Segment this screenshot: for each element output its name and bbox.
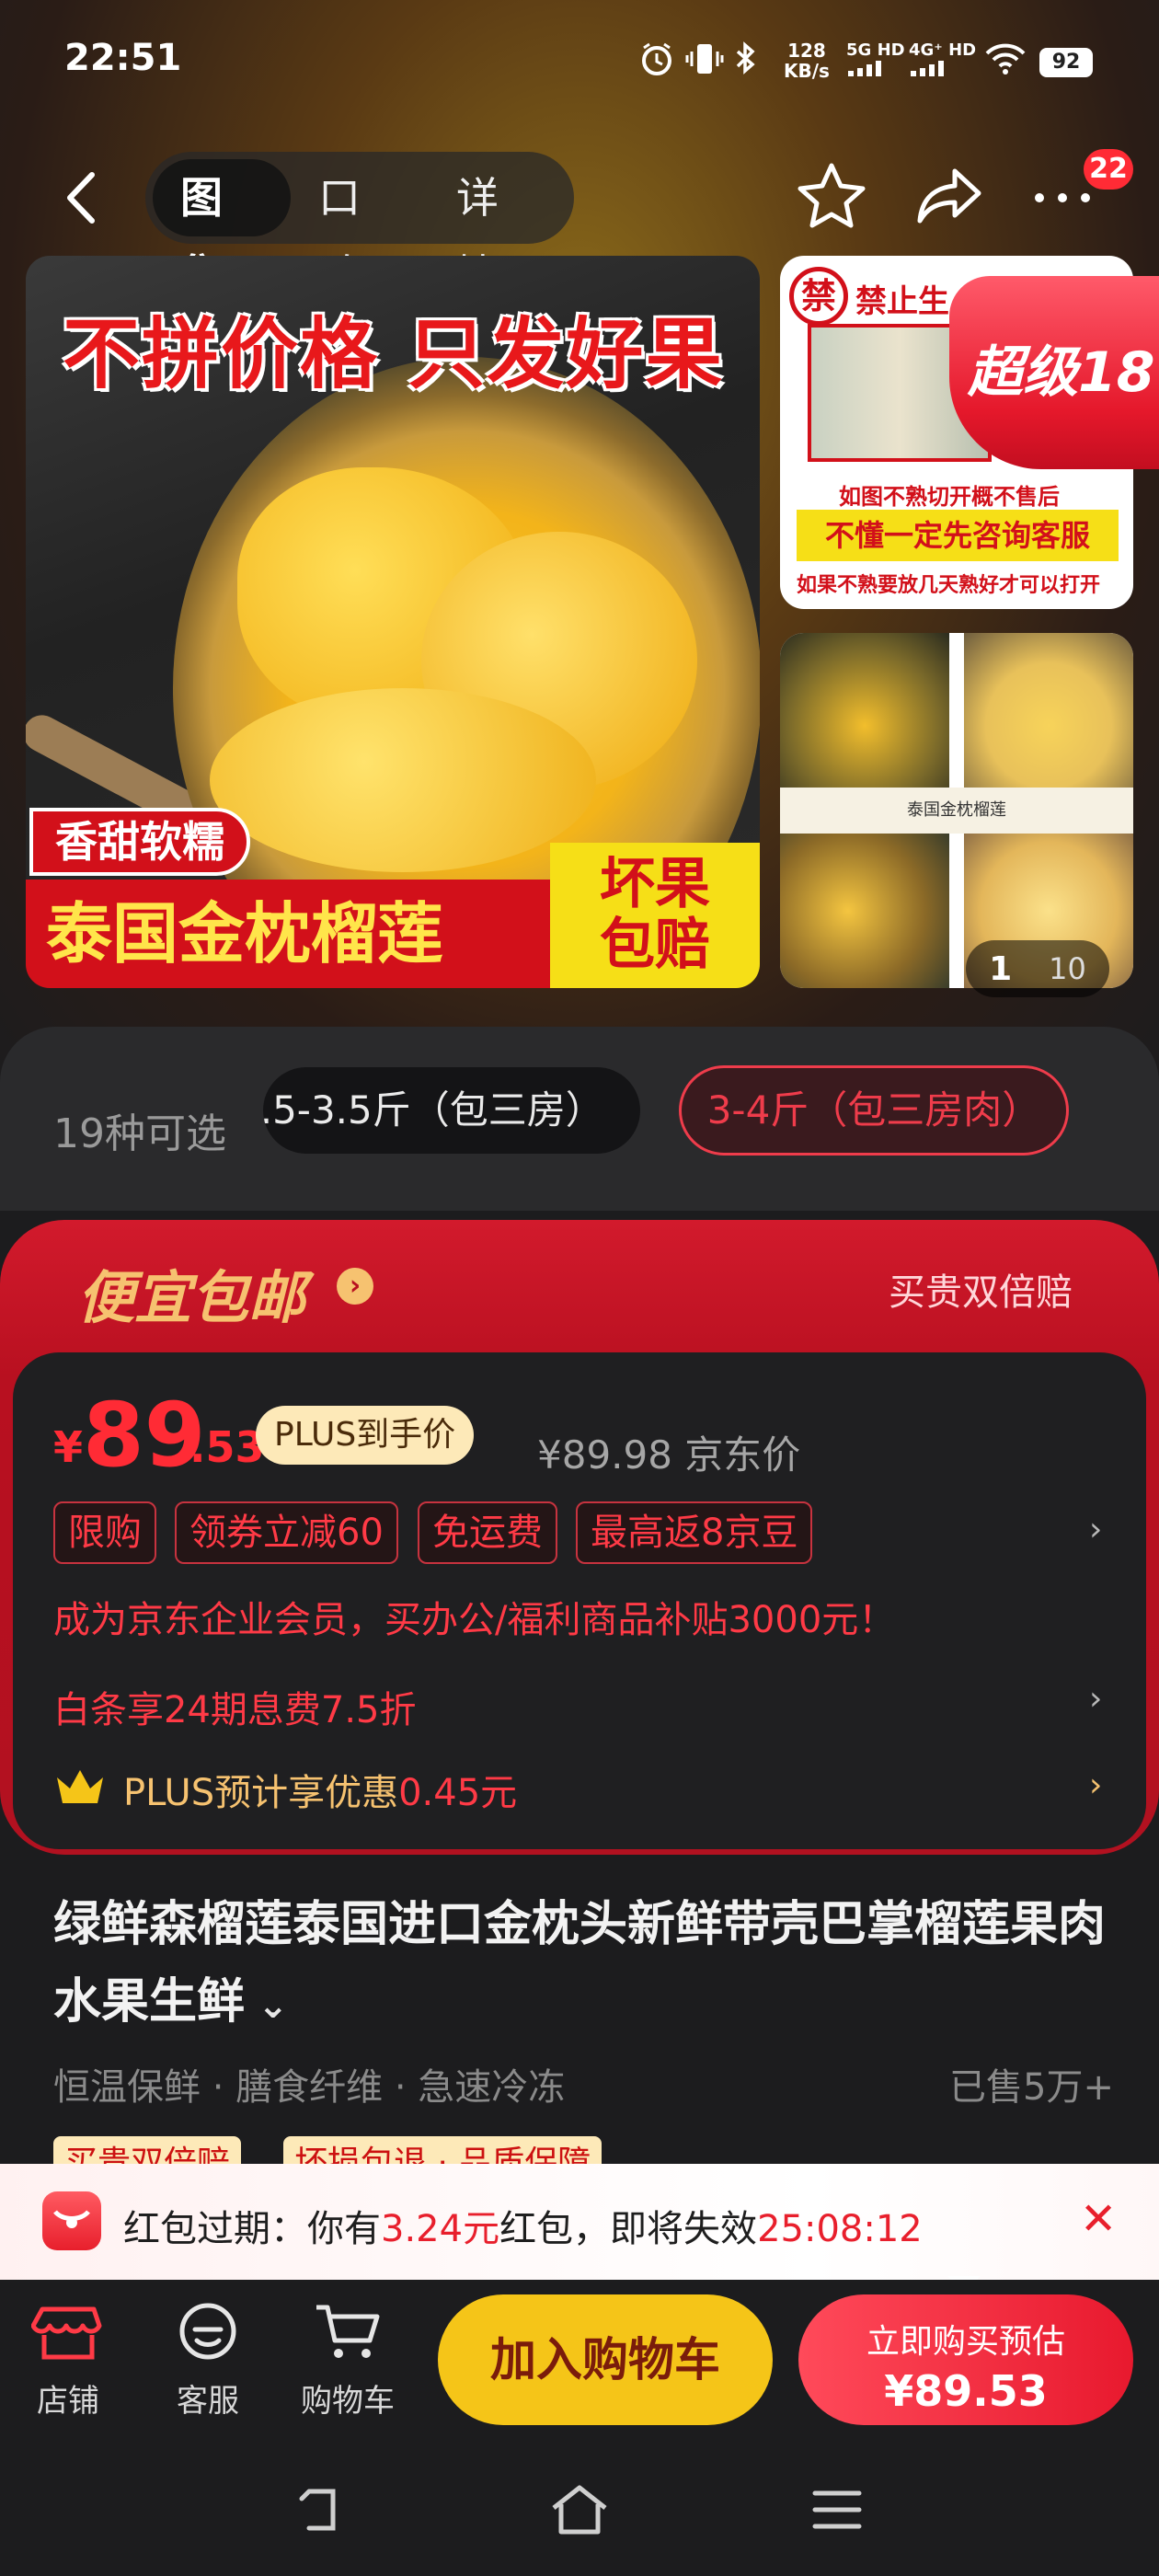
system-menu-button[interactable] — [809, 2484, 865, 2539]
more-dots-icon — [1035, 193, 1090, 202]
plus-discount[interactable]: PLUS预计享优惠0.45元 — [123, 1763, 517, 1816]
thumb-line: 不懂一定先咨询客服 — [797, 510, 1119, 561]
gallery-current: 1 — [989, 949, 1013, 988]
more-button[interactable] — [1030, 175, 1095, 221]
buy-now-button[interactable]: 立即购买预估 ¥89.53 — [798, 2294, 1133, 2425]
system-home-button[interactable] — [548, 2482, 611, 2541]
status-bar: 22:51 128 KB/s 5G HD 4G⁺ HD 92 — [0, 0, 1159, 129]
store-icon — [30, 2306, 102, 2360]
system-navigation-bar — [0, 2447, 1159, 2576]
image-banner: 泰国金枕榴莲 — [26, 880, 550, 988]
chevron-right-icon[interactable]: › — [1089, 1680, 1102, 1718]
variant-option[interactable]: 2.5-3.5斤（包三房） — [263, 1067, 640, 1154]
share-icon — [917, 168, 981, 224]
add-to-cart-button[interactable]: 加入购物车 — [438, 2294, 773, 2425]
store-button[interactable]: 店铺 — [13, 2300, 123, 2421]
signal-4g: 4G⁺ HD — [909, 40, 976, 81]
thumb-title: 禁止生 — [855, 283, 949, 320]
collage-band: 泰国金枕榴莲 — [780, 788, 1133, 834]
redpacket-text: 红包过期：你有3.24元红包，即将失效25:08:12 — [123, 2208, 923, 2250]
variant-option-selected[interactable]: 3-4斤（包三房肉） — [679, 1065, 1069, 1156]
chevron-right-icon[interactable]: › — [1089, 1511, 1102, 1548]
gallery-counter: 1 10 — [966, 940, 1109, 997]
thumb-line: 如果不熟要放几天熟好才可以打开 — [797, 574, 1101, 597]
member-offer[interactable]: 成为京东企业会员，买办公/福利商品补贴3000元！ — [53, 1590, 895, 1643]
chevron-right-icon[interactable]: › — [1089, 1766, 1102, 1804]
promo-tag[interactable]: 最高返8京豆 — [576, 1501, 813, 1564]
battery-indicator: 92 — [1039, 48, 1093, 77]
bluetooth-icon — [732, 40, 760, 77]
chevron-down-icon[interactable]: ⌄ — [245, 1984, 289, 2027]
chevron-right-icon[interactable]: › — [337, 1268, 373, 1305]
promo-tag[interactable]: 免运费 — [418, 1501, 557, 1564]
jd-price: ¥89.98 京东价 — [537, 1432, 801, 1478]
thumb-line: 如图不熟切开概不售后 — [839, 484, 1060, 510]
tab-details[interactable]: 详情 — [429, 159, 567, 300]
system-back-button[interactable] — [293, 2482, 348, 2541]
cart-icon — [316, 2305, 380, 2358]
price-currency: ¥ — [53, 1422, 84, 1472]
variant-count[interactable]: 19种可选 — [53, 1100, 226, 1159]
star-icon — [798, 163, 866, 228]
favorite-button[interactable] — [795, 158, 868, 232]
image-headline: 不拼价格 只发好果 — [63, 309, 725, 399]
gallery-total: 10 — [1049, 951, 1086, 986]
signal-5g: 5G HD — [846, 40, 905, 81]
status-time: 22:51 — [64, 37, 182, 79]
promo-tag[interactable]: 领券立减60 — [175, 1501, 398, 1564]
forbidden-seal: 禁 — [789, 267, 848, 326]
durian-flesh — [210, 688, 596, 872]
redpacket-icon — [42, 2191, 101, 2250]
promo-tag[interactable]: 限购 — [53, 1501, 156, 1564]
notification-badge: 22 — [1084, 149, 1133, 190]
image-tag: 香甜软糯 — [29, 808, 250, 876]
network-speed: 128 KB/s — [784, 40, 830, 82]
menu-icon — [812, 2490, 862, 2529]
price-integer: 89 — [83, 1384, 206, 1487]
product-features: 恒温保鲜 · 膳食纤维 · 急速冷冻 — [53, 2066, 566, 2109]
service-button[interactable]: 客服 — [153, 2300, 263, 2421]
share-button[interactable] — [912, 162, 986, 232]
plus-price-tag: PLUS到手价 — [256, 1406, 475, 1465]
tab-gallery[interactable]: 图集 — [153, 159, 291, 300]
cart-button[interactable]: 购物车 — [293, 2300, 403, 2421]
close-icon[interactable]: ✕ — [1080, 2193, 1117, 2245]
collage-photo — [780, 834, 949, 988]
crown-icon — [53, 1765, 107, 1809]
super18-badge[interactable]: 超级18 — [949, 276, 1159, 469]
product-title[interactable]: 绿鲜森榴莲泰国进口金枕头新鲜带壳巴掌榴莲果肉水果生鲜 ⌄ — [53, 1886, 1111, 2044]
gallery-thumb-collage[interactable]: 泰国金枕榴莲 — [780, 633, 1133, 988]
chevron-left-icon — [67, 172, 95, 224]
collage-photo — [964, 633, 1133, 788]
vibrate-icon — [684, 40, 725, 77]
price-decimal: .53 — [189, 1422, 265, 1472]
alarm-icon — [638, 40, 675, 77]
promo-guarantee[interactable]: 买贵双倍赔 — [889, 1262, 1073, 1316]
back-button[interactable] — [55, 166, 110, 230]
image-guarantee: 坏果包赔 — [550, 843, 760, 988]
collage-photo — [780, 633, 949, 788]
tab-reviews[interactable]: 口碑 — [291, 159, 429, 300]
promo-title[interactable]: 便宜包邮 — [77, 1251, 305, 1334]
customer-service-icon — [179, 2303, 236, 2360]
back-arrow-icon — [299, 2489, 336, 2531]
home-icon — [552, 2485, 607, 2535]
installment-offer[interactable]: 白条享24期息费7.5折 — [53, 1680, 417, 1733]
gallery-tabs: 图集 口碑 详情 — [145, 152, 574, 300]
wifi-icon — [984, 40, 1027, 77]
sold-count: 已售5万+ — [949, 2066, 1114, 2109]
